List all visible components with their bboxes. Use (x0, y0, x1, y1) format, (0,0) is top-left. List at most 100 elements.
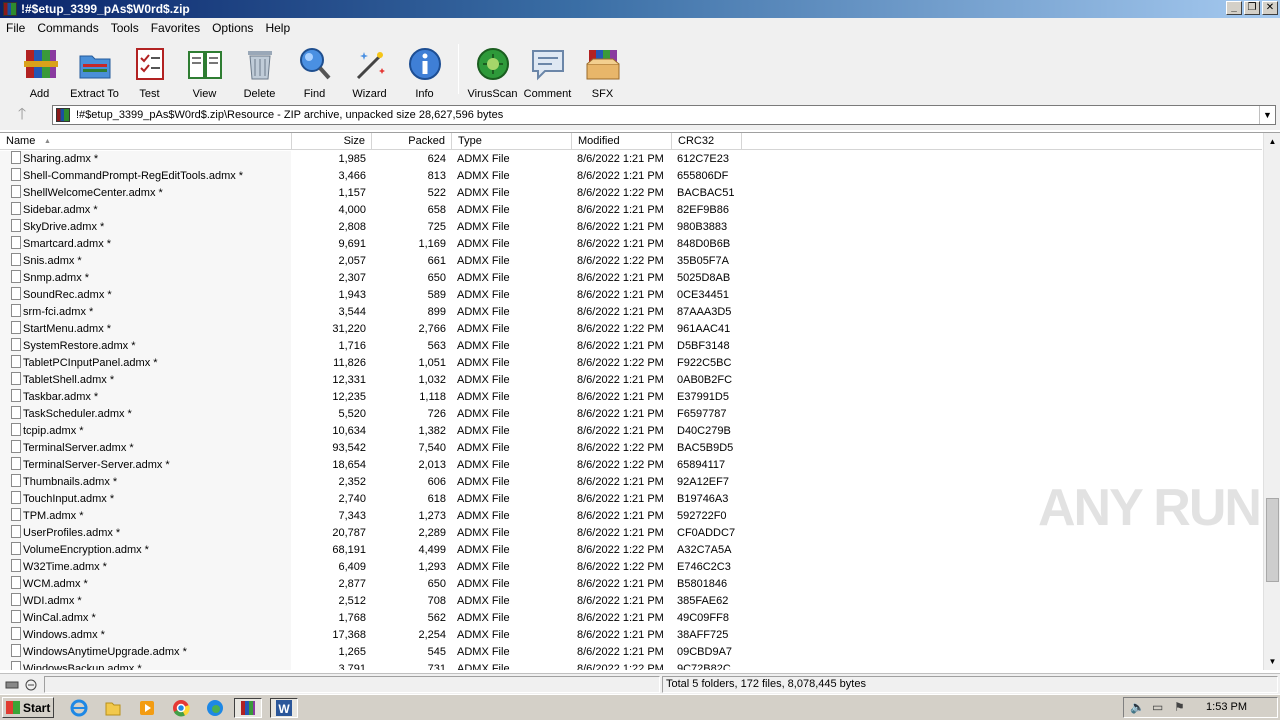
table-row[interactable]: srm-fci.admx * 3,544 899 ADMX File 8/6/2022 … (0, 304, 1262, 321)
table-row[interactable]: SystemRestore.admx * 1,716 563 ADMX File 8/6… (0, 338, 1262, 355)
file-packed: 731 (427, 663, 446, 670)
status-bar: Total 5 folders, 172 files, 8,078,445 by… (0, 673, 1280, 694)
table-row[interactable]: TabletPCInputPanel.admx * 11,826 1,051 ADMX… (0, 355, 1262, 372)
file-modified: 8/6/2022 1:21 PM (577, 493, 664, 505)
column-type[interactable]: Type (452, 133, 572, 150)
table-row[interactable]: Windows.admx * 17,368 2,254 ADMX File 8/6/20… (0, 627, 1262, 644)
view-button[interactable]: View (177, 38, 232, 100)
find-button[interactable]: Find (287, 38, 342, 100)
minimize-button[interactable]: _ (1226, 1, 1242, 15)
view-book-icon (187, 46, 223, 82)
table-row[interactable]: TabletShell.admx * 12,331 1,032 ADMX File 8/… (0, 372, 1262, 389)
file-packed: 1,382 (418, 425, 446, 437)
winrar-app-icon[interactable] (3, 2, 17, 16)
table-row[interactable]: ShellWelcomeCenter.admx * 1,157 522 ADMX Fi… (0, 185, 1262, 202)
file-size: 31,220 (332, 323, 366, 335)
menu-favorites[interactable]: Favorites (145, 21, 206, 35)
media-player-icon[interactable] (136, 698, 158, 718)
table-row[interactable]: WCM.admx * 2,877 650 ADMX File 8/6/2022 1:21… (0, 576, 1262, 593)
menu-file[interactable]: File (0, 21, 31, 35)
action-center-flag-icon[interactable]: ⚑ (1174, 698, 1185, 717)
file-packed: 2,254 (418, 629, 446, 641)
table-row[interactable]: Sidebar.admx * 4,000 658 ADMX File 8/6/2022 … (0, 202, 1262, 219)
view-label: View (192, 88, 217, 100)
column-crc32[interactable]: CRC32 (672, 133, 742, 150)
file-name: WindowsAnytimeUpgrade.admx * (23, 646, 187, 658)
table-row[interactable]: Snis.admx * 2,057 661 ADMX File 8/6/2022 1:2… (0, 253, 1262, 270)
file-packed: 522 (427, 187, 446, 199)
table-row[interactable]: Snmp.admx * 2,307 650 ADMX File 8/6/2022 1:2… (0, 270, 1262, 287)
clock[interactable]: 1:53 PM (1206, 698, 1247, 717)
column-size[interactable]: Size (292, 133, 372, 150)
word-task-icon[interactable]: W (270, 698, 298, 718)
add-button[interactable]: Add (12, 38, 67, 100)
explorer-folder-icon[interactable] (102, 698, 124, 718)
wizard-button[interactable]: Wizard (342, 38, 397, 100)
file-modified: 8/6/2022 1:21 PM (577, 272, 664, 284)
comment-button[interactable]: Comment (520, 38, 575, 100)
column-modified[interactable]: Modified (572, 133, 672, 150)
table-row[interactable]: Sharing.admx * 1,985 624 ADMX File 8/6/2022 … (0, 151, 1262, 168)
file-type: ADMX File (457, 340, 510, 352)
table-row[interactable]: TaskScheduler.admx * 5,520 726 ADMX File 8/6… (0, 406, 1262, 423)
test-button[interactable]: Test (122, 38, 177, 100)
start-button[interactable]: Start (2, 697, 54, 718)
table-row[interactable]: TerminalServer.admx * 93,542 7,540 ADMX Fil… (0, 440, 1262, 457)
info-button[interactable]: Info (397, 38, 452, 100)
up-one-level-button[interactable]: 🡑 (8, 103, 36, 127)
delete-button[interactable]: Delete (232, 38, 287, 100)
file-packed: 545 (427, 646, 446, 658)
edge-icon[interactable] (204, 698, 226, 718)
address-dropdown-button[interactable]: ▼ (1259, 106, 1275, 124)
table-row[interactable]: WindowsAnytimeUpgrade.admx * 1,265 545 ADMX… (0, 644, 1262, 661)
file-type: ADMX File (457, 323, 510, 335)
table-row[interactable]: WDI.admx * 2,512 708 ADMX File 8/6/2022 1:21… (0, 593, 1262, 610)
scroll-thumb[interactable] (1266, 498, 1279, 582)
extract-folder-icon (77, 46, 113, 82)
menu-options[interactable]: Options (206, 21, 259, 35)
table-row[interactable]: SkyDrive.admx * 2,808 725 ADMX File 8/6/2022… (0, 219, 1262, 236)
vertical-scrollbar[interactable]: ▲ ▼ (1263, 133, 1280, 670)
column-name[interactable]: Name ▲ (0, 133, 292, 150)
maximize-button[interactable]: ❐ (1244, 1, 1260, 15)
column-packed[interactable]: Packed (372, 133, 452, 150)
file-crc32: 0AB0B2FC (677, 374, 733, 386)
table-row[interactable]: WinCal.admx * 1,768 562 ADMX File 8/6/2022 1… (0, 610, 1262, 627)
table-row[interactable]: Taskbar.admx * 12,235 1,118 ADMX File 8/6/20… (0, 389, 1262, 406)
comment-label: Comment (523, 88, 572, 100)
file-packed: 2,289 (418, 527, 446, 539)
file-list[interactable]: Name ▲ Size Packed Type Modified CRC32 S… (0, 132, 1280, 670)
address-field[interactable]: !#$etup_3399_pAs$W0rd$.zip\Resource - ZI… (52, 105, 1276, 125)
ie-icon[interactable] (68, 698, 90, 718)
close-button[interactable]: ✕ (1262, 1, 1278, 15)
winrar-task-icon[interactable] (234, 698, 262, 718)
network-icon[interactable]: ▭ (1152, 698, 1163, 717)
table-row[interactable]: StartMenu.admx * 31,220 2,766 ADMX File 8/6/… (0, 321, 1262, 338)
table-row[interactable]: W32Time.admx * 6,409 1,293 ADMX File 8/6/202… (0, 559, 1262, 576)
table-row[interactable]: tcpip.admx * 10,634 1,382 ADMX File 8/6/2022… (0, 423, 1262, 440)
file-type: ADMX File (457, 238, 510, 250)
virusscan-button[interactable]: VirusScan (465, 38, 520, 100)
sfx-button[interactable]: SFX (575, 38, 630, 100)
file-name: Sharing.admx * (23, 153, 99, 165)
extract-to-button[interactable]: Extract To (67, 38, 122, 100)
volume-icon[interactable]: 🔈 (1130, 698, 1145, 717)
file-icon (11, 372, 21, 385)
table-row[interactable]: Smartcard.admx * 9,691 1,169 ADMX File 8/6/2… (0, 236, 1262, 253)
scroll-up-arrow-icon[interactable]: ▲ (1264, 133, 1280, 150)
file-name: TPM.admx * (23, 510, 84, 522)
table-row[interactable]: WindowsBackup.admx * 3,791 731 ADMX File 8/6… (0, 661, 1262, 670)
file-modified: 8/6/2022 1:22 PM (577, 561, 664, 573)
file-packed: 606 (427, 476, 446, 488)
table-row[interactable]: VolumeEncryption.admx * 68,191 4,499 ADMX F… (0, 542, 1262, 559)
file-size: 10,634 (332, 425, 366, 437)
table-row[interactable]: TerminalServer-Server.admx * 18,654 2,013 A… (0, 457, 1262, 474)
menu-tools[interactable]: Tools (105, 21, 145, 35)
scroll-down-arrow-icon[interactable]: ▼ (1264, 653, 1280, 670)
table-row[interactable]: Shell-CommandPrompt-RegEditTools.admx * 3… (0, 168, 1262, 185)
menu-help[interactable]: Help (259, 21, 296, 35)
chrome-icon[interactable] (170, 698, 192, 718)
menu-commands[interactable]: Commands (31, 21, 104, 35)
file-icon (11, 627, 21, 640)
table-row[interactable]: SoundRec.admx * 1,943 589 ADMX File 8/6/2022… (0, 287, 1262, 304)
